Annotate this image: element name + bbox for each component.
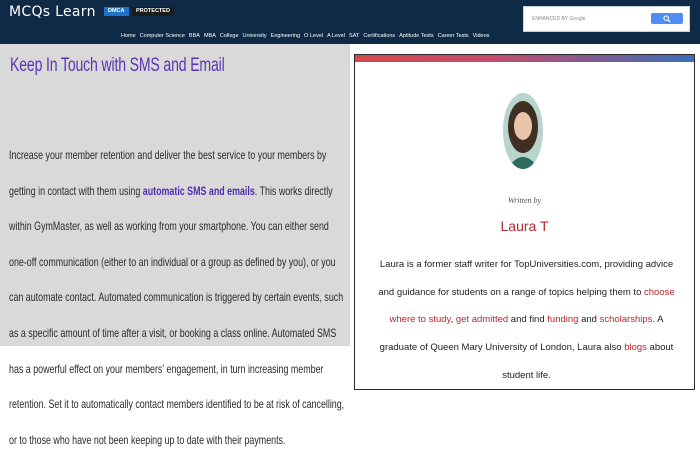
site-logo[interactable]: MCQs Learn bbox=[9, 4, 96, 20]
dmca-badge[interactable]: DMCA bbox=[104, 7, 129, 16]
bio-link-blogs[interactable]: blogs bbox=[624, 342, 647, 353]
bio-text: and find bbox=[508, 314, 548, 326]
nav-computer-science[interactable]: Computer Science bbox=[140, 33, 185, 39]
author-photo bbox=[503, 93, 543, 169]
author-bio: Laura is a former staff writer for TopUn… bbox=[372, 251, 681, 390]
author-card: Written by Laura T Laura is a former sta… bbox=[354, 54, 695, 390]
nav-o-level[interactable]: O Level bbox=[304, 33, 323, 39]
search-box bbox=[523, 6, 690, 32]
site-header: MCQs Learn DMCA PROTECTED Home Computer … bbox=[0, 0, 700, 44]
bio-text: Laura is a former staff writer for TopUn… bbox=[378, 259, 674, 298]
article-title: Keep In Touch with SMS and Email bbox=[10, 55, 225, 76]
search-button[interactable] bbox=[651, 13, 683, 24]
bio-link-scholarships[interactable]: scholarships bbox=[600, 314, 653, 325]
main-nav: Home Computer Science BBA MBA College Un… bbox=[121, 33, 489, 39]
author-avatar bbox=[503, 93, 543, 169]
article-body-text: . This works directly within GymMaster, … bbox=[9, 183, 345, 447]
bio-text: and bbox=[578, 314, 600, 326]
card-accent-stripe bbox=[355, 55, 694, 62]
nav-college[interactable]: College bbox=[220, 33, 239, 39]
nav-home[interactable]: Home bbox=[121, 33, 136, 39]
nav-university[interactable]: University bbox=[243, 33, 267, 39]
nav-mba[interactable]: MBA bbox=[204, 33, 216, 39]
nav-a-level[interactable]: A Level bbox=[327, 33, 345, 39]
nav-videos[interactable]: Videos bbox=[473, 33, 490, 39]
bio-link-funding[interactable]: funding bbox=[547, 314, 578, 325]
article-highlight-link[interactable]: automatic SMS and emails bbox=[143, 184, 255, 198]
written-by-label: Written by bbox=[507, 196, 542, 205]
nav-certifications[interactable]: Certifications bbox=[363, 33, 395, 39]
search-icon bbox=[663, 14, 671, 23]
nav-career-tests[interactable]: Career Tests bbox=[438, 33, 469, 39]
nav-aptitude-tests[interactable]: Aptitude Tests bbox=[399, 33, 433, 39]
bio-link-get-admitted[interactable]: get admitted bbox=[456, 314, 508, 325]
article-body: Increase your member retention and deliv… bbox=[9, 138, 346, 458]
nav-bba[interactable]: BBA bbox=[189, 33, 200, 39]
author-name[interactable]: Laura T bbox=[355, 218, 694, 234]
search-input[interactable] bbox=[532, 13, 650, 25]
nav-engineering[interactable]: Engineering bbox=[271, 33, 300, 39]
nav-sat[interactable]: SAT bbox=[349, 33, 359, 39]
protected-badge[interactable]: PROTECTED bbox=[132, 7, 174, 16]
